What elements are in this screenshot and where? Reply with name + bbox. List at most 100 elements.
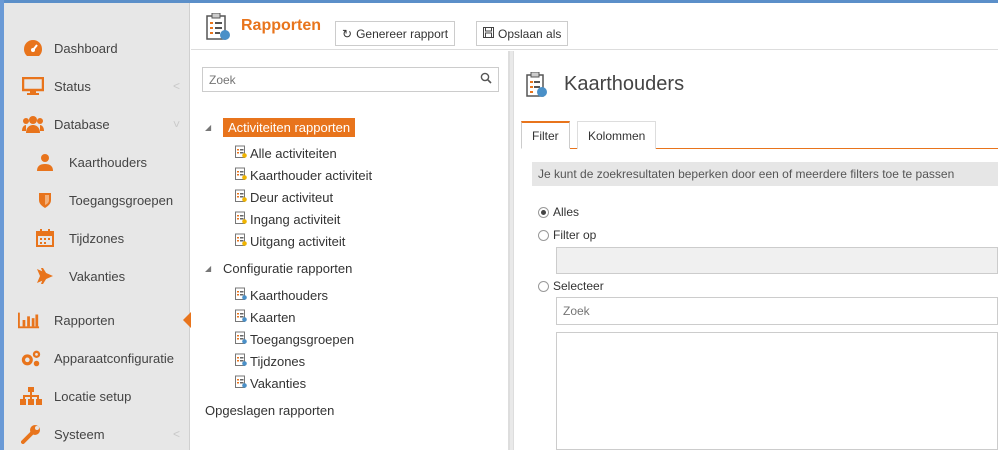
- activity-report-icon: [235, 233, 247, 249]
- config-report-icon: [235, 375, 247, 391]
- page-title: Rapporten: [241, 17, 321, 34]
- tree-leaf[interactable]: Toegangsgroepen: [235, 331, 354, 347]
- tree-group-configuratie[interactable]: ◢ Configuratie rapporten: [205, 261, 352, 276]
- option-alles[interactable]: Alles: [538, 205, 579, 219]
- user-icon: [34, 151, 56, 173]
- tree-group-label: Opgeslagen rapporten: [205, 403, 335, 418]
- report-title: Kaarthouders: [564, 73, 685, 95]
- tree-leaf[interactable]: Alle activiteiten: [235, 145, 337, 161]
- search-icon[interactable]: [480, 72, 492, 87]
- chevron-left-icon: <: [172, 427, 180, 441]
- selecteer-search-input[interactable]: [557, 298, 997, 324]
- activity-report-icon: [235, 189, 247, 205]
- sidebar-item-rapporten[interactable]: Rapporten: [4, 301, 191, 339]
- tab-kolommen[interactable]: Kolommen: [577, 121, 657, 149]
- radio-button[interactable]: [538, 229, 549, 241]
- config-report-icon: [235, 287, 247, 303]
- shield-icon: [34, 189, 56, 211]
- sidebar-item-apparaatconfiguratie[interactable]: Apparaatconfiguratie: [4, 339, 190, 377]
- sidebar-item-label: Database: [54, 116, 110, 132]
- tree-group-label: Activiteiten rapporten: [223, 118, 356, 137]
- floppy-disk-icon: [483, 26, 494, 41]
- sidebar-item-label: Locatie setup: [54, 388, 132, 404]
- tree-leaf-label: Toegangsgroepen: [250, 331, 355, 347]
- option-label: Filter op: [553, 228, 597, 242]
- sidebar-item-kaarthouders[interactable]: Kaarthouders: [4, 143, 190, 181]
- tree-group-activiteiten[interactable]: ◢ Activiteiten rapporten: [205, 118, 356, 137]
- generate-report-button[interactable]: ↻ Genereer rapport: [335, 21, 456, 46]
- selecteer-search[interactable]: [556, 297, 998, 325]
- activity-report-icon: [235, 211, 247, 227]
- save-as-label: Opslaan als: [498, 26, 562, 41]
- config-report-icon: [235, 353, 247, 369]
- option-filter-op[interactable]: Filter op: [538, 228, 596, 242]
- chevron-left-icon: <: [172, 79, 180, 93]
- sidebar-item-label: Kaarthouders: [69, 154, 148, 170]
- tree-leaf[interactable]: Vakanties: [235, 375, 306, 391]
- tab-filter[interactable]: Filter: [521, 121, 570, 149]
- tree-leaf-label: Vakanties: [250, 375, 307, 391]
- chevron-down-icon: <: [169, 120, 184, 128]
- save-as-button[interactable]: Opslaan als: [476, 21, 569, 46]
- sidebar-item-label: Toegangsgroepen: [69, 192, 174, 208]
- option-selecteer[interactable]: Selecteer: [538, 279, 604, 293]
- sidebar-item-label: Tijdzones: [69, 230, 125, 246]
- tree-search-input[interactable]: [203, 68, 473, 91]
- activity-report-icon: [235, 145, 247, 161]
- tree-group-opgeslagen[interactable]: Opgeslagen rapporten: [205, 403, 334, 418]
- sidebar-item-status[interactable]: Status <: [4, 67, 190, 105]
- users-icon: [22, 113, 44, 135]
- sidebar-item-label: Dashboard: [54, 40, 118, 56]
- sidebar-item-database[interactable]: Database <: [4, 105, 190, 143]
- monitor-icon: [22, 75, 44, 97]
- cogs-icon: [20, 347, 42, 369]
- sidebar-item-label: Status: [54, 78, 91, 94]
- tree-search[interactable]: [202, 67, 499, 92]
- config-report-icon: [235, 331, 247, 347]
- sitemap-icon: [20, 385, 42, 407]
- config-report-icon: [526, 71, 548, 101]
- report-detail-panel: Kaarthouders Filter Kolommen Je kunt de …: [514, 51, 998, 450]
- radio-button[interactable]: [538, 280, 549, 292]
- tab-label: Filter: [532, 128, 559, 143]
- filter-hint: Je kunt de zoekresultaten beperken door …: [532, 162, 998, 186]
- tree-leaf[interactable]: Tijdzones: [235, 353, 305, 369]
- tree-leaf[interactable]: Deur activiteut: [235, 189, 333, 205]
- sidebar-item-label: Apparaatconfiguratie: [54, 350, 174, 366]
- option-label: Selecteer: [553, 279, 604, 293]
- option-label: Alles: [553, 205, 580, 219]
- tree-leaf-label: Alle activiteiten: [250, 145, 337, 161]
- tree-leaf[interactable]: Kaarten: [235, 309, 296, 325]
- report-tabs: Filter Kolommen: [521, 121, 998, 149]
- sidebar-item-toegangsgroepen[interactable]: Toegangsgroepen: [4, 181, 190, 219]
- report-icon: [205, 12, 231, 44]
- collapse-triangle-icon[interactable]: ◢: [205, 264, 215, 273]
- sidebar-item-locatie-setup[interactable]: Locatie setup: [4, 377, 190, 415]
- selecteer-list[interactable]: [556, 332, 998, 450]
- sidebar-item-dashboard[interactable]: Dashboard: [4, 29, 190, 67]
- tree-leaf-label: Uitgang activiteit: [250, 233, 346, 249]
- tree-leaf[interactable]: Kaarthouder activiteit: [235, 167, 372, 183]
- collapse-triangle-icon[interactable]: ◢: [205, 123, 215, 132]
- tree-leaf[interactable]: Ingang activiteit: [235, 211, 340, 227]
- tab-label: Kolommen: [588, 128, 646, 143]
- sidebar-item-label: Systeem: [54, 426, 105, 442]
- tree-leaf[interactable]: Kaarthouders: [235, 287, 328, 303]
- config-report-icon: [235, 309, 247, 325]
- sidebar-item-label: Rapporten: [54, 312, 115, 328]
- filter-op-field[interactable]: [556, 247, 998, 274]
- radio-button[interactable]: [538, 206, 549, 218]
- generate-report-label: Genereer rapport: [356, 26, 449, 41]
- refresh-icon: ↻: [342, 26, 353, 41]
- tree-leaf-label: Kaarten: [250, 309, 296, 325]
- sidebar-item-tijdzones[interactable]: Tijdzones: [4, 219, 190, 257]
- sidebar-item-label: Vakanties: [69, 268, 126, 284]
- tree-leaf-label: Tijdzones: [250, 353, 306, 369]
- calendar-icon: [34, 227, 56, 249]
- sidebar-item-systeem[interactable]: Systeem <: [4, 415, 190, 450]
- tree-leaf[interactable]: Uitgang activiteit: [235, 233, 345, 249]
- tree-leaf-label: Kaarthouder activiteit: [250, 167, 373, 183]
- tree-group-label: Configuratie rapporten: [223, 261, 353, 276]
- tree-leaf-label: Kaarthouders: [250, 287, 329, 303]
- sidebar-item-vakanties[interactable]: Vakanties: [4, 257, 190, 295]
